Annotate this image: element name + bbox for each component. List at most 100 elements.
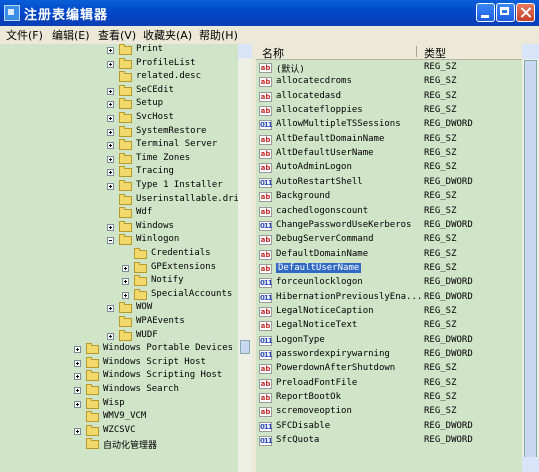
key-tree-pane[interactable]: Print ProfileList related.desc SeCEdit Setup… [0,44,252,472]
tree-scroll-thumb[interactable] [240,340,250,354]
value-row[interactable]: ab PreloadFontFile REG_SZ [256,377,522,391]
tree-item[interactable]: Userinstallable.driv [0,193,244,207]
expand-icon[interactable] [107,142,114,150]
tree-item[interactable]: SystemRestore [0,125,240,139]
expand-icon[interactable] [107,169,114,177]
tree-item[interactable]: Windows [0,220,240,234]
value-row[interactable]: ab AutoAdminLogon REG_SZ [256,161,522,175]
expand-icon[interactable] [74,346,81,354]
expand-icon[interactable] [107,128,114,136]
value-row[interactable]: ab DebugServerCommand REG_SZ [256,233,522,247]
value-row[interactable]: ab LegalNoticeText REG_SZ [256,319,522,333]
values-scrollbar[interactable] [522,44,539,472]
menu-help[interactable]: 帮助(H) [199,27,238,43]
value-row[interactable]: 011 LogonType REG_DWORD [256,334,522,348]
value-row[interactable]: ab AltDefaultUserName REG_SZ [256,147,522,161]
values-scroll-thumb[interactable] [524,60,537,458]
expand-icon[interactable] [74,400,81,408]
value-row[interactable]: ab allocatedasd REG_SZ [256,90,522,104]
tree-item[interactable]: Windows Search [0,384,240,397]
value-row[interactable]: ab (默认) REG_SZ [256,61,522,75]
menu-edit[interactable]: 编辑(E) [52,27,90,43]
value-row[interactable]: ab DefaultUserName REG_SZ [256,262,522,276]
tree-item[interactable]: Time Zones [0,152,240,166]
value-row[interactable]: 011 SfcQuota REG_DWORD [256,434,522,448]
value-row[interactable]: 011 AutoRestartShell REG_DWORD [256,176,522,190]
expand-icon[interactable] [107,47,114,54]
close-button[interactable] [516,3,535,22]
expand-icon[interactable] [122,278,129,286]
tree-item[interactable]: SeCEdit [0,84,240,98]
expand-icon[interactable] [74,387,81,394]
collapse-icon[interactable] [107,237,114,245]
column-header-type[interactable]: 类型 [424,45,446,61]
value-row[interactable]: 011 HibernationPreviouslyEna... REG_DWORD [256,291,522,305]
tree-item[interactable]: WPAEvents [0,316,240,329]
value-row[interactable]: ab scremoveoption REG_SZ [256,405,522,419]
tree-item[interactable]: SvcHost [0,112,240,125]
expand-icon[interactable] [107,115,114,122]
expand-icon[interactable] [107,155,114,163]
tree-item[interactable]: Notify [0,275,240,288]
expand-icon[interactable] [107,101,114,109]
value-row[interactable]: ab ReportBootOk REG_SZ [256,391,522,405]
value-row[interactable]: ab DefaultDomainName REG_SZ [256,248,522,262]
value-row[interactable]: 011 AllowMultipleTSSessions REG_DWORD [256,118,522,132]
column-header-name[interactable]: 名称 [262,45,284,61]
menu-view[interactable]: 查看(V) [98,27,136,43]
value-row[interactable]: ab allocatefloppies REG_SZ [256,104,522,118]
tree-item[interactable]: GPExtensions [0,261,240,275]
tree-item[interactable]: WOW [0,302,240,315]
tree-item[interactable]: Type 1 Installer [0,180,240,193]
tree-item[interactable]: Print [0,44,240,57]
tree-item[interactable]: ProfileList [0,57,240,71]
value-row[interactable]: ab allocatecdroms REG_SZ [256,75,522,89]
tree-item[interactable]: Credentials [0,248,240,261]
tree-item[interactable]: WUDF [0,329,240,343]
tree-item[interactable]: related.desc [0,71,240,84]
tree-item[interactable]: Wisp [0,397,240,411]
tree-scrollbar[interactable] [238,44,252,472]
tree-item[interactable]: SpecialAccounts [0,288,240,302]
tree-item[interactable]: Tracing [0,166,240,179]
minimize-button[interactable] [476,3,495,22]
title-bar[interactable]: 注册表编辑器 [0,0,539,26]
menu-file[interactable]: 文件(F) [6,27,43,43]
expand-icon[interactable] [107,223,114,231]
expand-icon[interactable] [74,373,81,381]
expand-icon[interactable] [107,60,114,68]
values-scroll-up-arrow[interactable] [522,44,539,59]
expand-icon[interactable] [74,427,81,435]
expand-icon[interactable] [74,359,81,367]
tree-item[interactable]: WZCSVC [0,424,240,438]
value-row[interactable]: 011 SFCDisable REG_DWORD [256,420,522,434]
menu-favorites[interactable]: 收藏夹(A) [143,27,192,43]
tree-item[interactable]: 自动化管理器 [0,438,240,451]
tree-item[interactable]: Windows Portable Devices [0,343,240,356]
tree-item[interactable]: Terminal Server [0,139,240,152]
expand-icon[interactable] [122,264,129,272]
tree-scroll-up-arrow[interactable] [238,44,252,58]
expand-icon[interactable] [107,183,114,190]
tree-item[interactable]: Setup [0,98,240,111]
tree-item[interactable]: Windows Scripting Host [0,370,240,383]
value-row[interactable]: ab AltDefaultDomainName REG_SZ [256,133,522,147]
maximize-button[interactable] [496,3,515,22]
tree-item[interactable]: Windows Script Host [0,356,240,370]
value-row[interactable]: 011 forceunlocklogon REG_DWORD [256,276,522,290]
expand-icon[interactable] [107,87,114,95]
expand-icon[interactable] [107,305,114,313]
expand-icon[interactable] [122,291,129,299]
value-row[interactable]: ab PowerdownAfterShutdown REG_SZ [256,362,522,376]
value-row[interactable]: 011 ChangePasswordUseKerberos REG_DWORD [256,219,522,233]
value-row[interactable]: ab Background REG_SZ [256,190,522,204]
tree-item[interactable]: WMV9_VCM [0,411,240,424]
values-pane[interactable]: 名称 类型 ab (默认) REG_SZ ab allocatecdroms REG_SZ… [256,44,522,472]
expand-icon[interactable] [107,332,114,340]
values-scroll-down-arrow[interactable] [522,457,539,472]
value-row[interactable]: 011 passwordexpirywarning REG_DWORD [256,348,522,362]
tree-item[interactable]: Wdf [0,207,240,220]
value-row[interactable]: ab LegalNoticeCaption REG_SZ [256,305,522,319]
tree-item[interactable]: Winlogon [0,234,240,247]
value-row[interactable]: ab cachedlogonscount REG_SZ [256,205,522,219]
